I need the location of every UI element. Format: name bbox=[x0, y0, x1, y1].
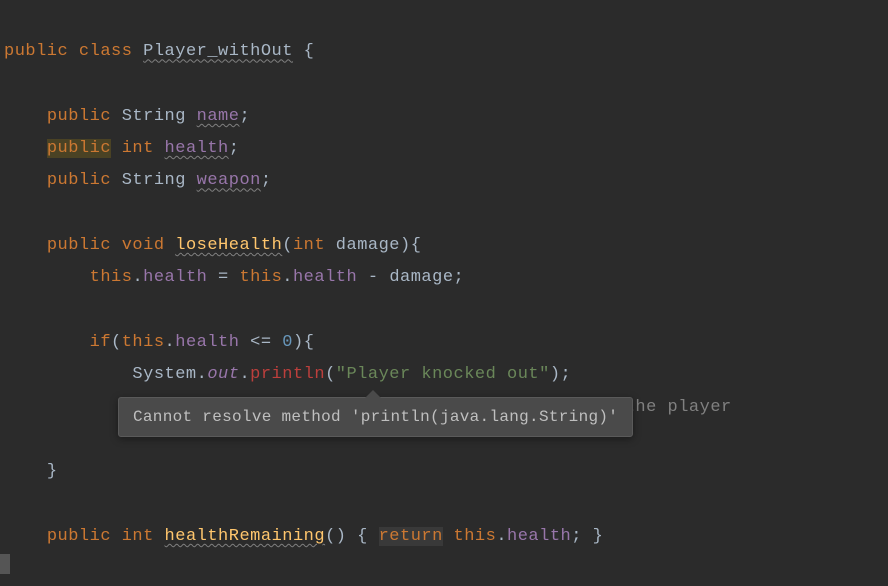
brace-open: { bbox=[304, 42, 315, 61]
method-healthremaining: healthRemaining bbox=[165, 527, 326, 546]
paren-close: ) bbox=[550, 365, 561, 384]
keyword-if: if bbox=[90, 333, 111, 352]
field-weapon: weapon bbox=[197, 171, 261, 190]
error-tooltip: Cannot resolve method 'println(java.lang… bbox=[118, 397, 633, 437]
keyword-public: public bbox=[47, 236, 111, 255]
field-name: name bbox=[197, 107, 240, 126]
brace-open: { bbox=[304, 333, 315, 352]
brace-open: { bbox=[411, 236, 422, 255]
paren-open: ( bbox=[111, 333, 122, 352]
keyword-public: public bbox=[47, 107, 111, 126]
lte: <= bbox=[239, 333, 282, 352]
type-string: String bbox=[122, 171, 186, 190]
semicolon: ; bbox=[454, 268, 465, 287]
class-system: System bbox=[132, 365, 196, 384]
keyword-class: class bbox=[79, 42, 133, 61]
param-type: int bbox=[293, 236, 325, 255]
dot: . bbox=[282, 268, 293, 287]
dot: . bbox=[239, 365, 250, 384]
keyword-this: this bbox=[90, 268, 133, 287]
field-out: out bbox=[207, 365, 239, 384]
param-name: damage bbox=[336, 236, 400, 255]
type-string: String bbox=[122, 107, 186, 126]
keyword-this: this bbox=[122, 333, 165, 352]
field-ref: health bbox=[293, 268, 357, 287]
semicolon: ; bbox=[571, 527, 582, 546]
code-line: public String name; bbox=[4, 107, 250, 126]
dot: . bbox=[132, 268, 143, 287]
paren-close: ) bbox=[400, 236, 411, 255]
keyword-return: return bbox=[379, 527, 443, 546]
paren-open: ( bbox=[325, 527, 336, 546]
code-line: public class Player_withOut { bbox=[4, 42, 314, 61]
keyword-this: this bbox=[454, 527, 497, 546]
code-line: System.out.println("Player knocked out")… bbox=[4, 365, 571, 384]
field-ref: health bbox=[175, 333, 239, 352]
semicolon: ; bbox=[261, 171, 272, 190]
semicolon: ; bbox=[229, 139, 240, 158]
paren-close: ) bbox=[293, 333, 304, 352]
brace-close: } bbox=[582, 527, 603, 546]
dot: . bbox=[165, 333, 176, 352]
field-health: health bbox=[165, 139, 229, 158]
code-line: } bbox=[4, 462, 58, 481]
brace-close: } bbox=[47, 462, 58, 481]
tooltip-text: Cannot resolve method 'println(java.lang… bbox=[133, 408, 618, 426]
code-line: public int health; bbox=[4, 139, 239, 158]
code-line: public void loseHealth(int damage){ bbox=[4, 236, 421, 255]
var-damage: damage bbox=[389, 268, 453, 287]
brace-open: { bbox=[346, 527, 378, 546]
field-ref: health bbox=[143, 268, 207, 287]
string-literal: "Player knocked out" bbox=[336, 365, 550, 384]
keyword-public: public bbox=[47, 527, 111, 546]
keyword-void: void bbox=[122, 236, 165, 255]
equals: = bbox=[207, 268, 239, 287]
type-int: int bbox=[122, 527, 154, 546]
paren-open: ( bbox=[325, 365, 336, 384]
dot: . bbox=[197, 365, 208, 384]
code-line: public String weapon; bbox=[4, 171, 272, 190]
space bbox=[443, 527, 454, 546]
code-line: this.health = this.health - damage; bbox=[4, 268, 464, 287]
keyword-public: public bbox=[4, 42, 68, 61]
semicolon: ; bbox=[239, 107, 250, 126]
code-line: public int healthRemaining() { return th… bbox=[4, 527, 603, 546]
method-println-error[interactable]: println bbox=[250, 365, 325, 384]
code-line: if(this.health <= 0){ bbox=[4, 333, 314, 352]
method-losehealth: loseHealth bbox=[175, 236, 282, 255]
field-ref: health bbox=[507, 527, 571, 546]
gutter-indicator bbox=[0, 554, 10, 574]
semicolon: ; bbox=[561, 365, 572, 384]
minus: - bbox=[357, 268, 389, 287]
keyword-public: public bbox=[47, 139, 111, 158]
code-editor[interactable]: public class Player_withOut { public Str… bbox=[4, 4, 888, 553]
keyword-this: this bbox=[239, 268, 282, 287]
dot: . bbox=[496, 527, 507, 546]
paren-open: ( bbox=[282, 236, 293, 255]
keyword-public: public bbox=[47, 171, 111, 190]
number-zero: 0 bbox=[282, 333, 293, 352]
class-name: Player_withOut bbox=[143, 42, 293, 61]
type-int: int bbox=[122, 139, 154, 158]
paren-close: ) bbox=[336, 527, 347, 546]
